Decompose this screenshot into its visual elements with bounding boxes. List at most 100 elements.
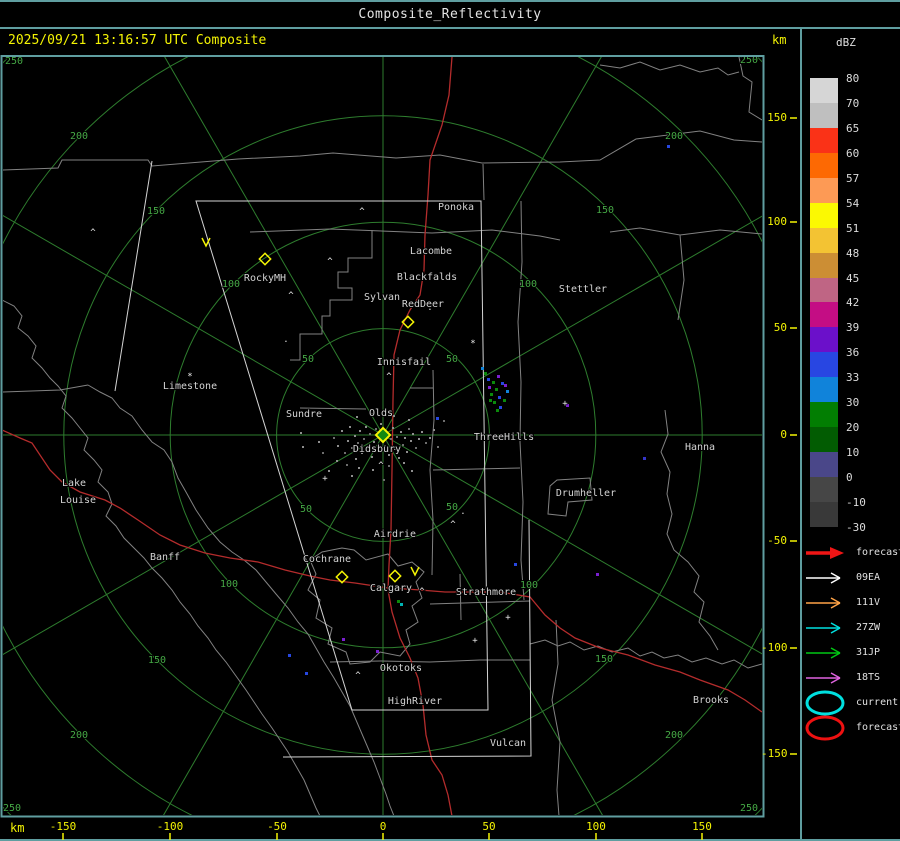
ring-distance-label: 200 <box>665 730 683 741</box>
clutter-pixel <box>429 437 431 439</box>
obs-station-marker: ^ <box>378 461 384 471</box>
clutter-pixel <box>356 416 358 418</box>
azimuth-line-300 <box>3 215 384 436</box>
city-label-calgary: Calgary <box>370 583 412 594</box>
clutter-pixel <box>421 431 423 433</box>
colorbar-swatch <box>810 252 838 279</box>
clutter-pixel <box>371 456 373 458</box>
radar-app-window: Composite_Reflectivity 2025/09/21 13:16:… <box>0 0 900 841</box>
colorbar-value-20: 20 <box>846 421 860 435</box>
colorbar-value-36: 36 <box>846 346 860 360</box>
legend-label-18TS-5: 18TS <box>856 672 881 683</box>
clutter-pixel <box>302 446 304 448</box>
clutter-pixel <box>411 470 413 472</box>
clutter-pixel <box>403 462 405 464</box>
legend-label-111V-2: 111V <box>856 597 881 608</box>
colorbar-value-51: 51 <box>846 221 860 235</box>
radar-site-icon <box>374 426 392 444</box>
obs-station-marker: + <box>322 474 328 484</box>
ring-distance-label: 250 <box>5 56 23 67</box>
radar-map-canvas[interactable]: Ponoka Lacombe Blackfalds SylvanRedDeer Stet… <box>0 0 900 841</box>
obs-station-marker: ^ <box>359 207 365 217</box>
clutter-pixel <box>363 438 365 440</box>
colorbar-swatch <box>810 327 838 353</box>
obs-station-marker: ^ <box>386 372 392 382</box>
obs-station-marker: . <box>283 335 288 345</box>
colorbar-swatch <box>810 302 838 328</box>
city-label-didsbury: Didsbury <box>353 444 401 455</box>
legend-symbols <box>805 547 845 741</box>
colorbar-value--30: -30 <box>846 520 866 534</box>
echo-pixel <box>488 386 491 389</box>
clutter-pixel <box>393 415 395 417</box>
forecast-arrowhead-icon <box>830 547 844 559</box>
colorbar-value-60: 60 <box>846 146 860 160</box>
colorbar-value-70: 70 <box>846 96 860 110</box>
obs-station-marker: + <box>472 636 478 646</box>
clutter-pixel <box>412 433 414 435</box>
city-label-airdrie: Airdrie <box>374 529 416 540</box>
clutter-pixel <box>396 436 398 438</box>
clutter-pixel <box>337 445 339 447</box>
colorbar-value-45: 45 <box>846 271 860 285</box>
clutter-pixel <box>328 470 330 472</box>
clutter-pixel <box>433 429 435 431</box>
city-label-reddeer: RedDeer <box>402 299 444 310</box>
echo-pixel <box>504 384 507 387</box>
colorbar-swatch <box>810 177 838 204</box>
obs-station-marker: * <box>187 372 192 382</box>
clutter-pixel <box>373 441 375 443</box>
azimuth-line-30 <box>382 57 602 436</box>
echo-pixel <box>493 401 496 404</box>
colorbar-swatch <box>810 352 838 378</box>
city-label-threehills: ThreeHills <box>474 432 534 443</box>
echo-pixel <box>288 654 291 657</box>
colorbar-title: dBZ <box>836 36 856 49</box>
echo-pixel <box>496 409 499 412</box>
city-label-stettler: Stettler <box>559 284 607 295</box>
city-label-cochrane: Cochrane <box>303 554 351 565</box>
colorbar-swatch <box>810 501 838 528</box>
echo-pixel <box>481 367 484 370</box>
clutter-pixel <box>359 430 361 432</box>
clutter-pixel <box>402 444 404 446</box>
clutter-pixel <box>443 420 445 422</box>
obs-station-marker: + <box>562 399 568 409</box>
echo-pixel <box>400 603 403 606</box>
obs-station-marker: * <box>470 339 475 349</box>
ring-distance-label: 150 <box>148 655 166 666</box>
echo-pixel <box>499 406 502 409</box>
clutter-pixel <box>300 432 302 434</box>
echo-pixel <box>484 372 487 375</box>
colorbar-value-48: 48 <box>846 246 860 260</box>
ring-distance-label: 200 <box>70 730 88 741</box>
colorbar-swatch <box>810 152 838 179</box>
city-label-olds: Olds <box>369 408 393 419</box>
echo-pixel <box>667 145 670 148</box>
clutter-pixel <box>346 464 348 466</box>
clutter-pixel <box>354 435 356 437</box>
clutter-pixel <box>418 438 420 440</box>
x-axis-label-0: 0 <box>379 820 387 833</box>
colorbar-swatch <box>810 78 838 104</box>
clutter-pixel <box>404 437 406 439</box>
clutter-pixel <box>318 441 320 443</box>
echo-pixel <box>492 381 495 384</box>
echo-pixel <box>506 390 509 393</box>
colorbar-value-30: 30 <box>846 396 860 410</box>
clutter-pixel <box>349 426 351 428</box>
city-label-limestone: Limestone <box>163 381 217 392</box>
city-label-banff: Banff <box>150 552 180 563</box>
city-label-rockymh: RockyMH <box>244 273 286 284</box>
colorbar-swatch <box>810 452 838 478</box>
city-label-sylvan: Sylvan <box>364 292 400 303</box>
azimuth-line-330 <box>164 57 384 436</box>
ring-distance-label: 150 <box>595 654 613 665</box>
city-label-vulcan: Vulcan <box>490 738 526 749</box>
clutter-pixel <box>375 428 377 430</box>
y-axis-label--150: -150 <box>761 747 788 760</box>
ring-distance-label: 50 <box>302 354 314 365</box>
obs-station-marker: ^ <box>90 228 96 238</box>
y-axis-label-100: 100 <box>767 215 787 228</box>
clutter-pixel <box>388 465 390 467</box>
